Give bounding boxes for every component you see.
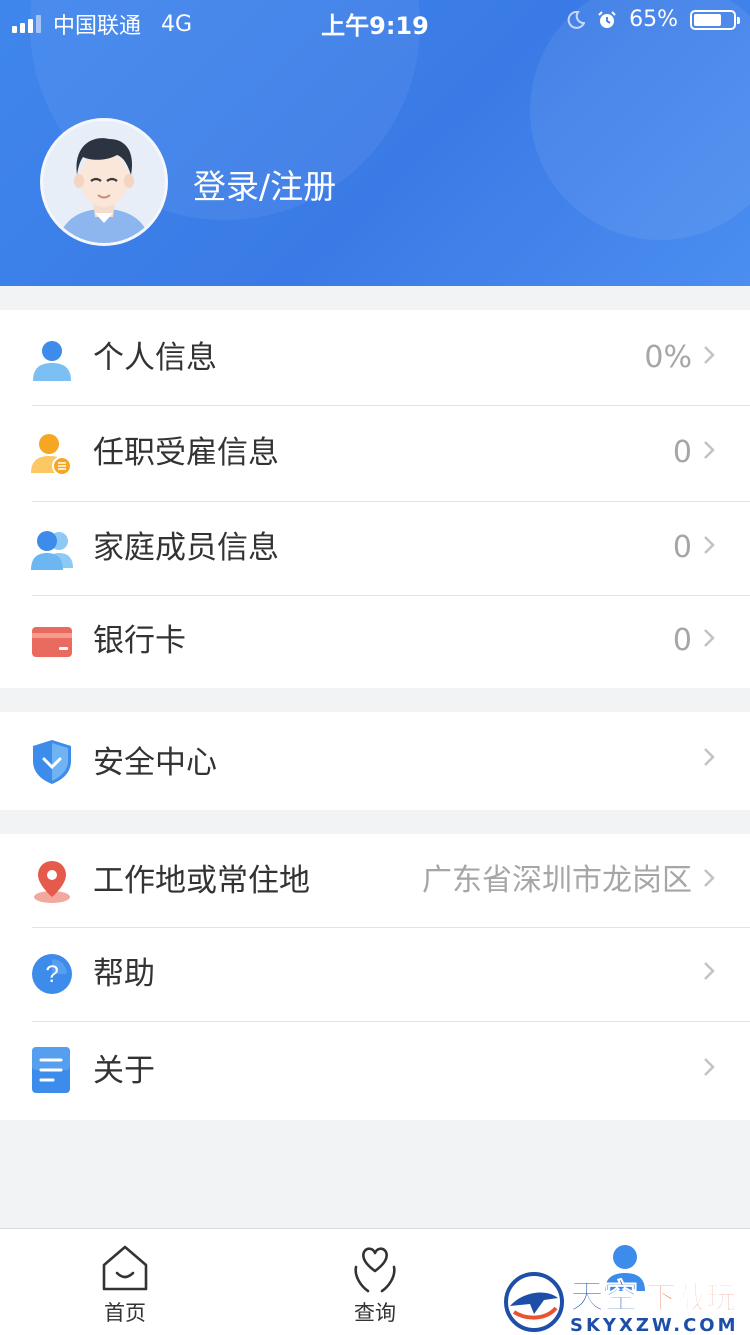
- chevron-right-icon: [704, 748, 715, 766]
- misc-group: 工作地或常住地 广东省深圳市龙岗区 ? 帮助 关于: [0, 834, 750, 1120]
- tab-query[interactable]: 查询: [250, 1229, 500, 1335]
- avatar[interactable]: [40, 118, 168, 246]
- chevron-right-icon: [704, 962, 715, 980]
- login-register-link[interactable]: 登录/注册: [193, 160, 336, 208]
- svg-text:?: ?: [45, 961, 58, 988]
- location-icon: [34, 861, 70, 903]
- home-icon: [102, 1245, 148, 1291]
- menu-item-employment-info[interactable]: 任职受雇信息 0: [0, 406, 750, 501]
- menu-label: 安全中心: [93, 745, 217, 781]
- svg-text:下载玩: 下载玩: [646, 1281, 736, 1316]
- chevron-right-icon: [704, 441, 715, 459]
- help-icon: ?: [32, 954, 72, 994]
- person-icon: [33, 341, 71, 381]
- alarm-icon: [598, 10, 616, 28]
- menu-label: 工作地或常住地: [93, 863, 310, 899]
- chevron-right-icon: [704, 1058, 715, 1076]
- shield-icon: [33, 740, 71, 784]
- menu-item-personal-info[interactable]: 个人信息 0%: [0, 310, 750, 405]
- menu-value: 0: [672, 435, 692, 470]
- bank-card-icon: [32, 627, 72, 657]
- moon-icon: [567, 10, 586, 29]
- menu-label: 任职受雇信息: [93, 435, 279, 471]
- menu-item-help[interactable]: ? 帮助: [0, 928, 750, 1021]
- svg-text:SKYXZW.COM: SKYXZW.COM: [570, 1315, 739, 1334]
- status-bar: 中国联通 4G 上午9:19 65%: [0, 0, 750, 40]
- tab-home[interactable]: 首页: [0, 1229, 250, 1335]
- chevron-right-icon: [704, 869, 715, 887]
- svg-text:天空: 天空: [570, 1277, 638, 1317]
- menu-value: 0%: [644, 340, 692, 375]
- employment-icon: [31, 434, 72, 475]
- menu-item-about[interactable]: 关于: [0, 1022, 750, 1120]
- user-avatar-icon: [57, 138, 151, 243]
- chevron-right-icon: [704, 629, 715, 647]
- menu-label: 关于: [93, 1053, 155, 1089]
- profile-header: 中国联通 4G 上午9:19 65% 登录/注册: [0, 0, 750, 286]
- menu-item-bank-card[interactable]: 银行卡 0: [0, 596, 750, 688]
- security-group: 安全中心: [0, 712, 750, 810]
- chevron-right-icon: [704, 536, 715, 554]
- menu-item-family-info[interactable]: 家庭成员信息 0: [0, 502, 750, 595]
- menu-item-work-location[interactable]: 工作地或常住地 广东省深圳市龙岗区: [0, 834, 750, 927]
- tab-label: 首页: [104, 1301, 146, 1325]
- menu-value: 0: [672, 623, 692, 658]
- menu-value: 0: [672, 530, 692, 565]
- info-group: 个人信息 0% 任职受雇信息 0 家庭成员信息 0 银行卡 0: [0, 310, 750, 688]
- tab-label: 查询: [354, 1301, 396, 1325]
- chevron-right-icon: [704, 346, 715, 364]
- battery-icon: [690, 9, 740, 30]
- heart-hands-icon: [354, 1247, 396, 1293]
- menu-label: 个人信息: [93, 340, 217, 376]
- site-watermark-logo: 天空 下载玩 SKYXZW.COM: [504, 1272, 739, 1334]
- battery-percent: 65%: [629, 7, 678, 32]
- family-icon: [31, 531, 73, 570]
- menu-label: 帮助: [93, 956, 155, 992]
- document-icon: [32, 1047, 70, 1093]
- menu-item-security-center[interactable]: 安全中心: [0, 712, 750, 810]
- menu-label: 银行卡: [93, 623, 186, 659]
- menu-value: 广东省深圳市龙岗区: [422, 863, 692, 898]
- menu-label: 家庭成员信息: [93, 530, 279, 566]
